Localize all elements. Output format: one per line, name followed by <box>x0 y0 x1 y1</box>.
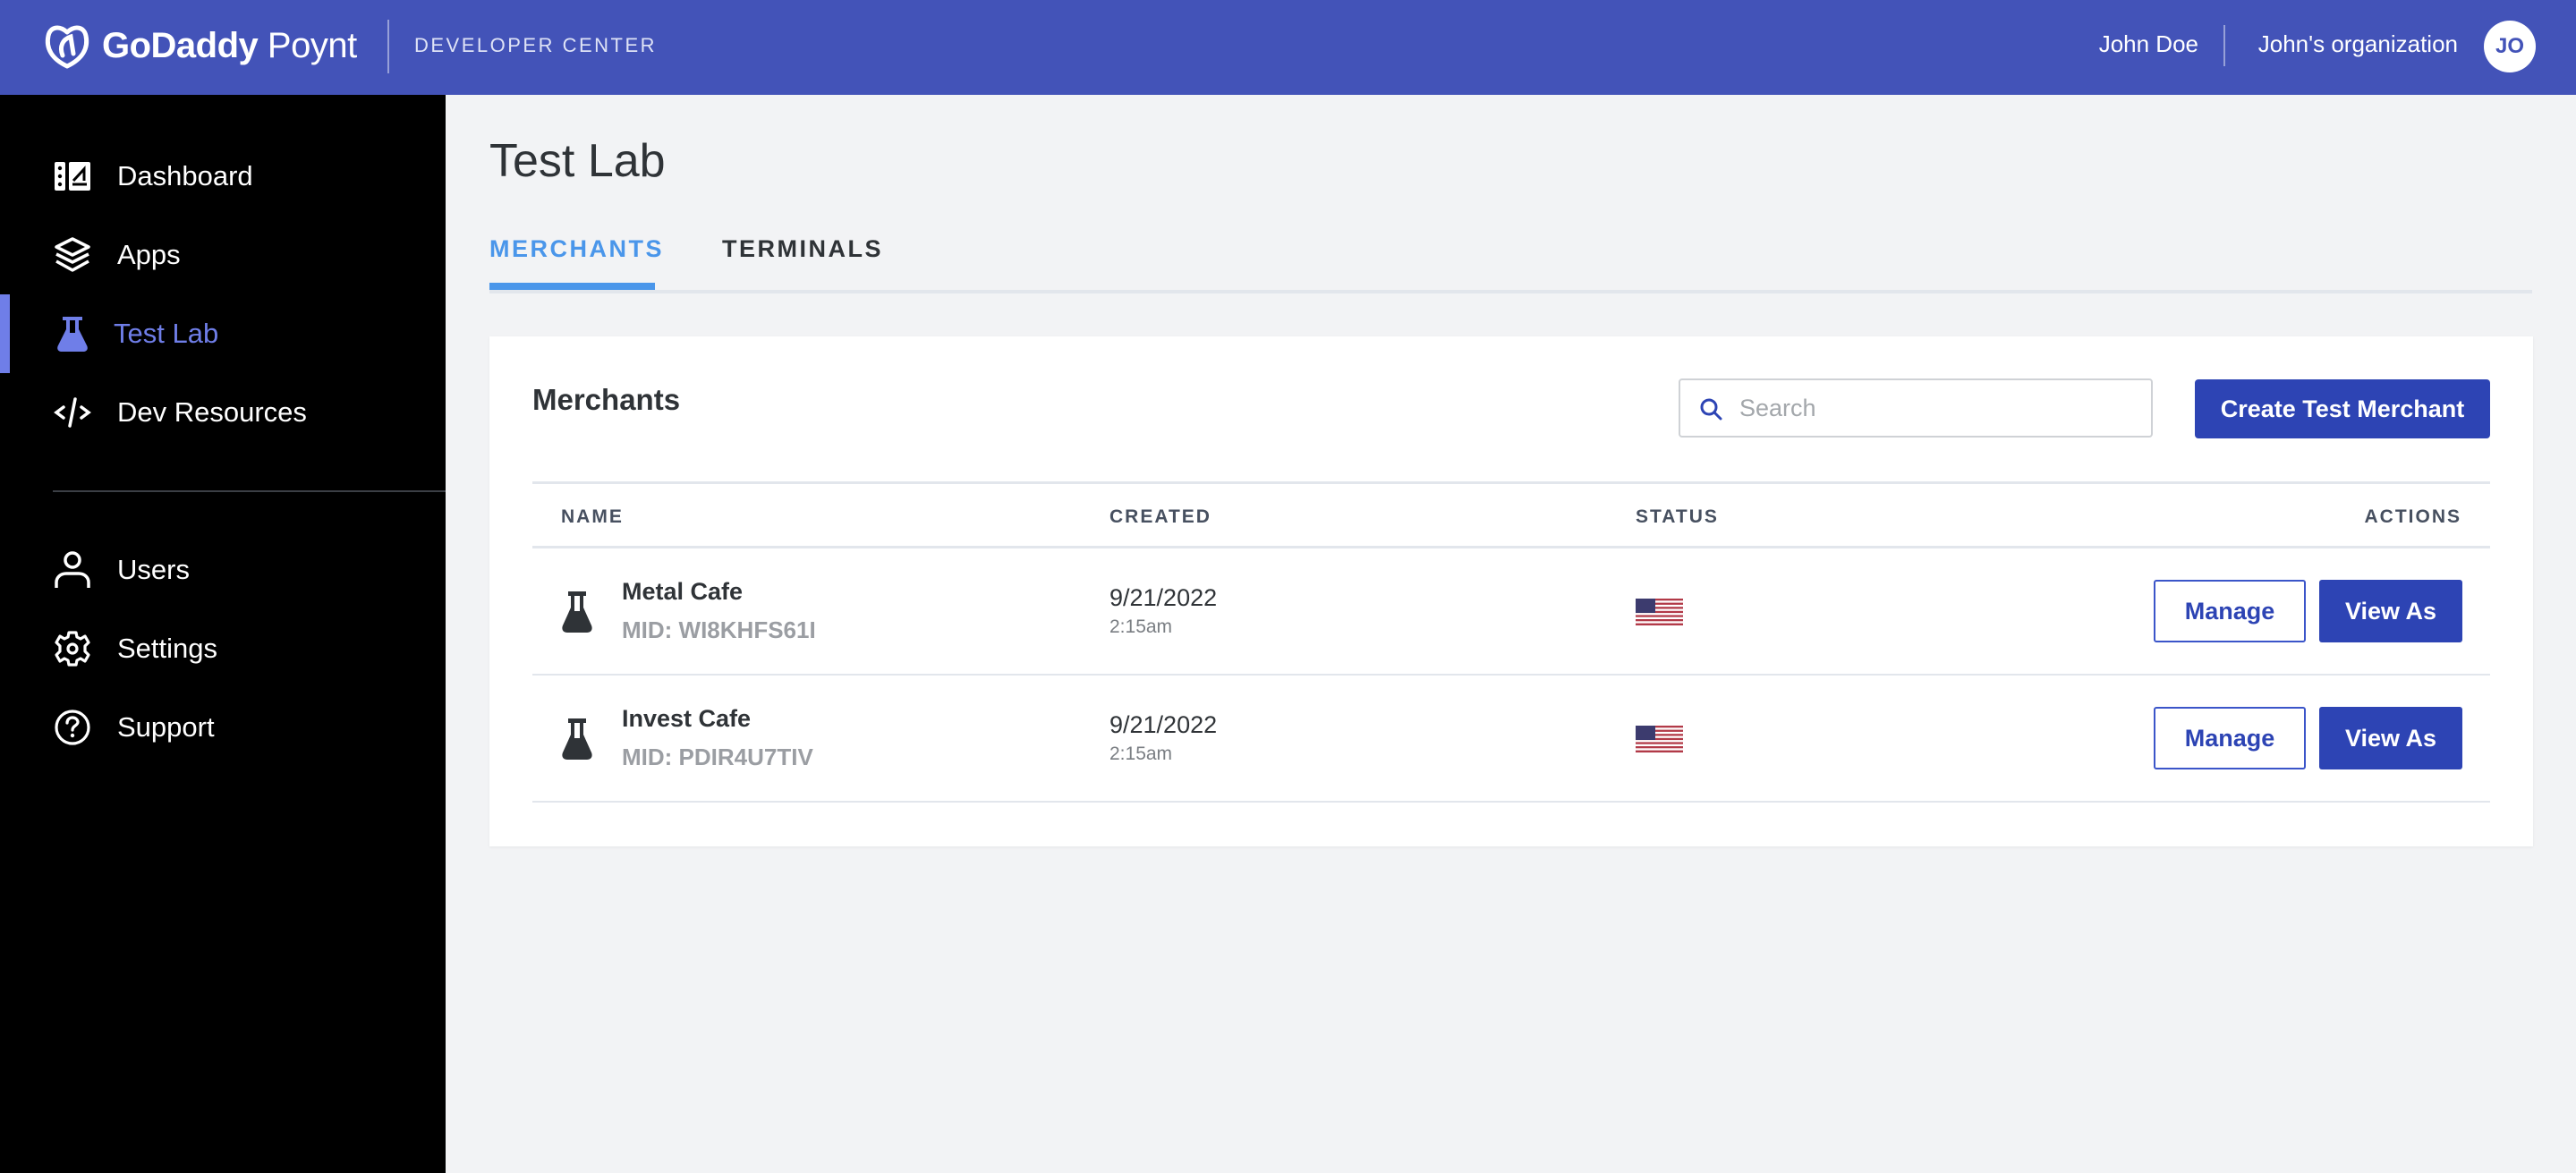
tab-merchants[interactable]: MERCHANTS <box>489 235 664 263</box>
sidebar-item-settings[interactable]: Settings <box>0 609 446 688</box>
card-title: Merchants <box>532 383 681 416</box>
column-header-name[interactable]: NAME <box>561 506 624 528</box>
brand-bold: GoDaddy <box>102 25 259 65</box>
flask-icon <box>562 718 592 760</box>
help-icon <box>54 709 91 746</box>
gear-icon <box>54 630 91 667</box>
created-time: 2:15am <box>1109 744 1173 764</box>
flask-icon <box>562 591 592 633</box>
active-tab-indicator <box>489 283 655 290</box>
brand-name: GoDaddy Poynt <box>102 26 357 66</box>
column-header-status[interactable]: STATUS <box>1636 506 1719 528</box>
tab-bar: MERCHANTS TERMINALS <box>489 228 2532 293</box>
sidebar-item-users[interactable]: Users <box>0 531 446 609</box>
create-test-merchant-button[interactable]: Create Test Merchant <box>2195 379 2490 438</box>
search-input[interactable] <box>1739 380 2142 436</box>
sidebar-item-dashboard[interactable]: Dashboard <box>0 137 446 216</box>
sidebar-item-label: Settings <box>117 633 218 664</box>
created-date: 9/21/2022 <box>1109 584 1218 611</box>
header-divider <box>387 20 389 73</box>
sidebar-item-test-lab[interactable]: Test Lab <box>0 294 446 373</box>
sidebar-item-support[interactable]: Support <box>0 688 446 767</box>
tab-terminals[interactable]: TERMINALS <box>722 235 883 263</box>
search-field[interactable] <box>1679 378 2153 438</box>
column-header-actions: ACTIONS <box>2364 506 2461 527</box>
top-bar: GoDaddy Poynt DEVELOPER CENTER John Doe … <box>0 0 2576 95</box>
search-icon <box>1700 398 1722 421</box>
view-as-button[interactable]: View As <box>2319 580 2462 642</box>
created-time: 2:15am <box>1109 616 1173 637</box>
table-row: Metal Cafe MID: WI8KHFS61I 9/21/2022 2:1… <box>532 548 2490 676</box>
sidebar-item-label: Dev Resources <box>117 396 307 428</box>
merchant-name[interactable]: Metal Cafe <box>622 578 743 606</box>
us-flag-icon <box>1636 599 1683 625</box>
sidebar-divider <box>53 490 446 492</box>
section-label: DEVELOPER CENTER <box>414 34 658 56</box>
user-name[interactable]: John Doe <box>2099 30 2198 58</box>
table-row: Invest Cafe MID: PDIR4U7TIV 9/21/2022 2:… <box>532 676 2490 803</box>
created-date: 9/21/2022 <box>1109 711 1218 738</box>
merchants-table: NAME CREATED STATUS ACTIONS Metal Cafe M… <box>532 481 2490 803</box>
sidebar-item-label: Users <box>117 554 190 585</box>
dashboard-icon <box>54 157 91 195</box>
godaddy-poynt-logo[interactable]: GoDaddy Poynt <box>41 20 357 72</box>
sidebar: Dashboard Apps Test Lab Dev Resources Us… <box>0 95 446 1173</box>
manage-button[interactable]: Manage <box>2154 580 2306 642</box>
sidebar-item-apps[interactable]: Apps <box>0 216 446 294</box>
sidebar-item-label: Dashboard <box>117 160 253 191</box>
view-as-button[interactable]: View As <box>2319 707 2462 769</box>
table-header: NAME CREATED STATUS ACTIONS <box>532 481 2490 548</box>
merchant-id: MID: PDIR4U7TIV <box>622 744 813 770</box>
sidebar-item-label: Apps <box>117 239 181 270</box>
us-flag-icon <box>1636 726 1683 752</box>
sidebar-item-label: Support <box>117 711 215 743</box>
sidebar-item-dev-resources[interactable]: Dev Resources <box>0 373 446 452</box>
merchant-name[interactable]: Invest Cafe <box>622 705 751 733</box>
avatar[interactable]: JO <box>2484 21 2536 72</box>
manage-button[interactable]: Manage <box>2154 707 2306 769</box>
column-header-created[interactable]: CREATED <box>1109 506 1211 528</box>
sidebar-item-label: Test Lab <box>114 318 219 349</box>
page-title: Test Lab <box>489 135 666 187</box>
flask-icon <box>54 315 91 353</box>
organization-name[interactable]: John's organization <box>2258 30 2458 58</box>
code-icon <box>54 394 91 431</box>
merchants-card: Merchants Create Test Merchant NAME CREA… <box>489 336 2533 846</box>
brand-light: Poynt <box>267 25 357 65</box>
layers-icon <box>54 236 91 274</box>
merchant-id: MID: WI8KHFS61I <box>622 616 816 643</box>
godaddy-logo-icon <box>45 25 89 69</box>
user-divider <box>2223 25 2225 66</box>
user-icon <box>54 551 91 589</box>
